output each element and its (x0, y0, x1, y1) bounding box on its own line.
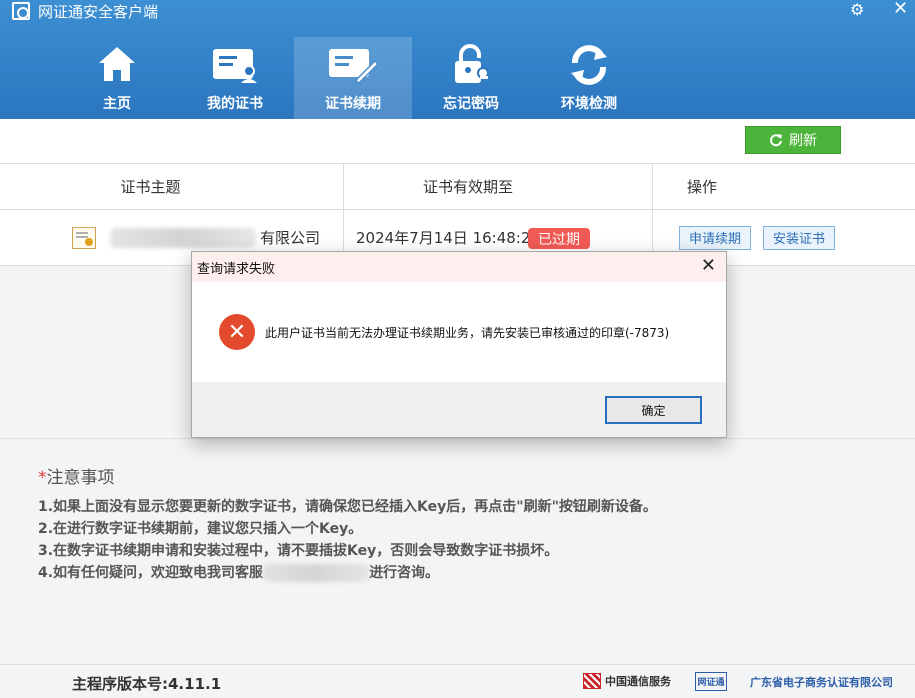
error-icon: ✕ (219, 314, 255, 350)
gdca-logo: 广东省电子商务认证有限公司 (750, 676, 893, 689)
china-comservice-logo: 中国通信服务 (583, 673, 671, 689)
refresh-button[interactable]: 刷新 (745, 126, 841, 154)
nav-item-certificate-renewal[interactable]: 证书续期 (294, 37, 412, 119)
notes-section: *注意事项 1.如果上面没有显示您要更新的数字证书，请确保您已经插入Key后，再… (0, 438, 915, 664)
nav-item-environment-check[interactable]: 环境检测 (530, 37, 648, 119)
home-icon (95, 41, 139, 89)
note-item-4-suffix: 进行咨询。 (369, 565, 440, 581)
nav-item-home[interactable]: 主页 (58, 37, 176, 119)
app-header: 网证通安全客户端 ⚙ ✕ 主页 我的证书 证书续期 忘记密码 环境检测 (0, 0, 915, 119)
refresh-label: 刷新 (789, 133, 817, 149)
note-item: 4.如有任何疑问，欢迎致电我司客服 进行咨询。 (38, 562, 915, 584)
netca-logo: 网证通 (695, 672, 727, 691)
note-item: 3.在数字证书续期申请和安装过程中，请不要插拔Key，否则会导致数字证书损坏。 (38, 543, 559, 559)
column-header-subject: 证书主题 (0, 164, 344, 209)
subject-suffix: 有限公司 (260, 229, 321, 247)
nav-label: 我的证书 (207, 96, 263, 112)
error-dialog: 查询请求失败 ✕ ✕ 此用户证书当前无法办理证书续期业务，请先安装已审核通过的印… (191, 251, 727, 438)
notes-title: *注意事项 (38, 463, 915, 488)
dialog-message: 此用户证书当前无法办理证书续期业务，请先安装已审核通过的印章(-7873) (265, 325, 670, 340)
note-item: 1.如果上面没有显示您要更新的数字证书，请确保您已经插入Key后，再点击"刷新"… (38, 499, 657, 515)
nav-label: 主页 (103, 96, 131, 112)
install-certificate-button[interactable]: 安装证书 (763, 225, 836, 250)
certificate-icon (72, 226, 96, 249)
nav-item-forgot-password[interactable]: 忘记密码 (412, 37, 530, 119)
footer: 主程序版本号:4.11.1 中国通信服务 网证通 广东省电子商务认证有限公司 (0, 664, 915, 698)
apply-renewal-button[interactable]: 申请续期 (679, 225, 752, 250)
app-title: 网证通安全客户端 (38, 2, 159, 21)
toolbar: 刷新 (0, 119, 915, 163)
ok-button[interactable]: 确定 (605, 396, 702, 424)
dialog-title: 查询请求失败 (197, 261, 276, 277)
close-icon[interactable]: ✕ (893, 0, 908, 19)
main-nav: 主页 我的证书 证书续期 忘记密码 环境检测 (58, 37, 648, 119)
refresh-cycle-icon (567, 41, 611, 89)
expiry-text: 2024年7月14日 16:48:24 (356, 229, 540, 247)
table-header: 证书主题 证书有效期至 操作 (0, 163, 915, 210)
app-title-bar: 网证通安全客户端 (12, 0, 158, 22)
dialog-body: ✕ 此用户证书当前无法办理证书续期业务，请先安装已审核通过的印章(-7873) (192, 282, 726, 382)
lock-key-icon (449, 41, 493, 89)
dialog-close-icon[interactable]: ✕ (701, 257, 716, 275)
china-comservice-mark-icon (583, 673, 601, 689)
nav-label: 忘记密码 (443, 96, 499, 112)
refresh-icon (770, 134, 782, 147)
certificate-card-icon (211, 41, 259, 89)
notes-title-text: 注意事项 (46, 468, 115, 488)
redacted-company-name (110, 227, 256, 248)
version-label: 主程序版本号:4.11.1 (72, 675, 222, 693)
dialog-title-bar: 查询请求失败 ✕ (192, 252, 726, 282)
dialog-footer: 确定 (192, 382, 726, 437)
nav-label: 证书续期 (325, 96, 381, 112)
redacted-phone-number (263, 564, 370, 582)
nav-label: 环境检测 (561, 96, 617, 112)
note-item-4-prefix: 4.如有任何疑问，欢迎致电我司客服 (38, 565, 264, 581)
gear-icon[interactable]: ⚙ (850, 0, 864, 19)
column-header-expiry: 证书有效期至 (344, 164, 653, 209)
china-comservice-text: 中国通信服务 (605, 675, 671, 688)
app-logo-icon (12, 2, 30, 20)
nav-item-my-certificates[interactable]: 我的证书 (176, 37, 294, 119)
note-item: 2.在进行数字证书续期前，建议您只插入一个Key。 (38, 521, 363, 537)
required-star: * (38, 468, 47, 488)
certificate-renew-icon (327, 41, 379, 89)
status-badge: 已过期 (528, 228, 590, 249)
column-header-actions: 操作 (687, 178, 718, 196)
